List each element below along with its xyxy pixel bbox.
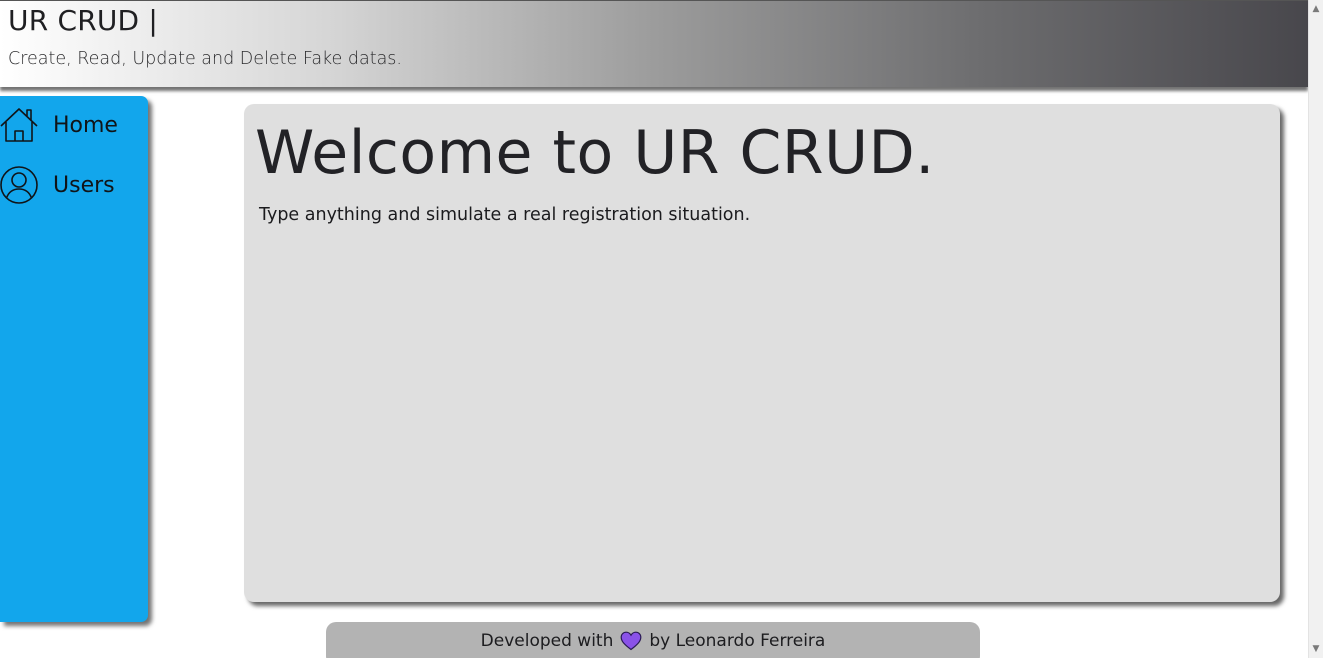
footer-suffix: by Leonardo Ferreira [649,631,826,651]
welcome-card: Welcome to UR CRUD. Type anything and si… [244,104,1280,602]
app-title: UR CRUD | [8,4,159,37]
footer: Developed with by Leonardo Ferreira [326,622,980,658]
vertical-scrollbar[interactable]: ▲ ▼ [1308,0,1323,658]
page: UR CRUD | Create, Read, Update and Delet… [0,0,1323,658]
heart-icon [620,631,642,651]
footer-credit: Developed with by Leonardo Ferreira [481,631,826,651]
footer-prefix: Developed with [480,631,614,651]
scroll-down-arrow-icon[interactable]: ▼ [1309,642,1323,656]
sidebar-item-home[interactable]: Home [0,106,118,144]
welcome-title: Welcome to UR CRUD. [255,118,935,188]
sidebar-item-label: Home [53,112,118,138]
user-icon [0,166,38,204]
scroll-up-arrow-icon[interactable]: ▲ [1309,2,1323,16]
app-header: UR CRUD | Create, Read, Update and Delet… [0,0,1308,87]
welcome-description: Type anything and simulate a real regist… [259,205,751,225]
app-subtitle: Create, Read, Update and Delete Fake dat… [8,49,402,69]
sidebar-item-label: Users [53,172,115,198]
sidebar-item-users[interactable]: Users [0,166,115,204]
home-icon [0,106,38,144]
sidebar: Home Users [0,96,148,622]
